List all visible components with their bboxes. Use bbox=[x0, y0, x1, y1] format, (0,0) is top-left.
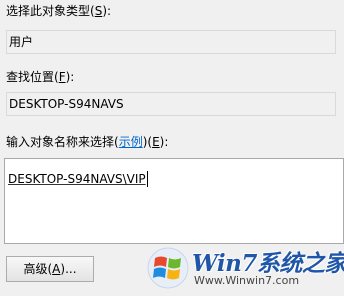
text-caret bbox=[147, 171, 148, 187]
watermark-title: Win7系统之家 bbox=[192, 250, 344, 277]
location-field: DESKTOP-S94NAVS bbox=[6, 92, 336, 116]
location-label: 查找位置(F): bbox=[6, 70, 75, 84]
examples-link[interactable]: 示例 bbox=[119, 135, 143, 149]
object-type-value: 用户 bbox=[9, 35, 34, 49]
object-type-field: 用户 bbox=[6, 30, 336, 54]
object-names-input[interactable]: DESKTOP-S94NAVS\VIP bbox=[4, 158, 344, 244]
site-watermark: Win7系统之家 Www.Winwin7.com bbox=[146, 240, 344, 296]
object-names-label: 输入对象名称来选择(示例)(E): bbox=[6, 135, 169, 149]
object-type-label: 选择此对象类型(S): bbox=[6, 4, 112, 18]
windows-logo-icon bbox=[147, 247, 189, 289]
watermark-url: Www.Winwin7.com bbox=[194, 274, 300, 287]
advanced-button[interactable]: 高级(A)... bbox=[6, 256, 94, 282]
location-value: DESKTOP-S94NAVS bbox=[9, 97, 124, 111]
object-names-value: DESKTOP-S94NAVS\VIP bbox=[8, 172, 146, 186]
